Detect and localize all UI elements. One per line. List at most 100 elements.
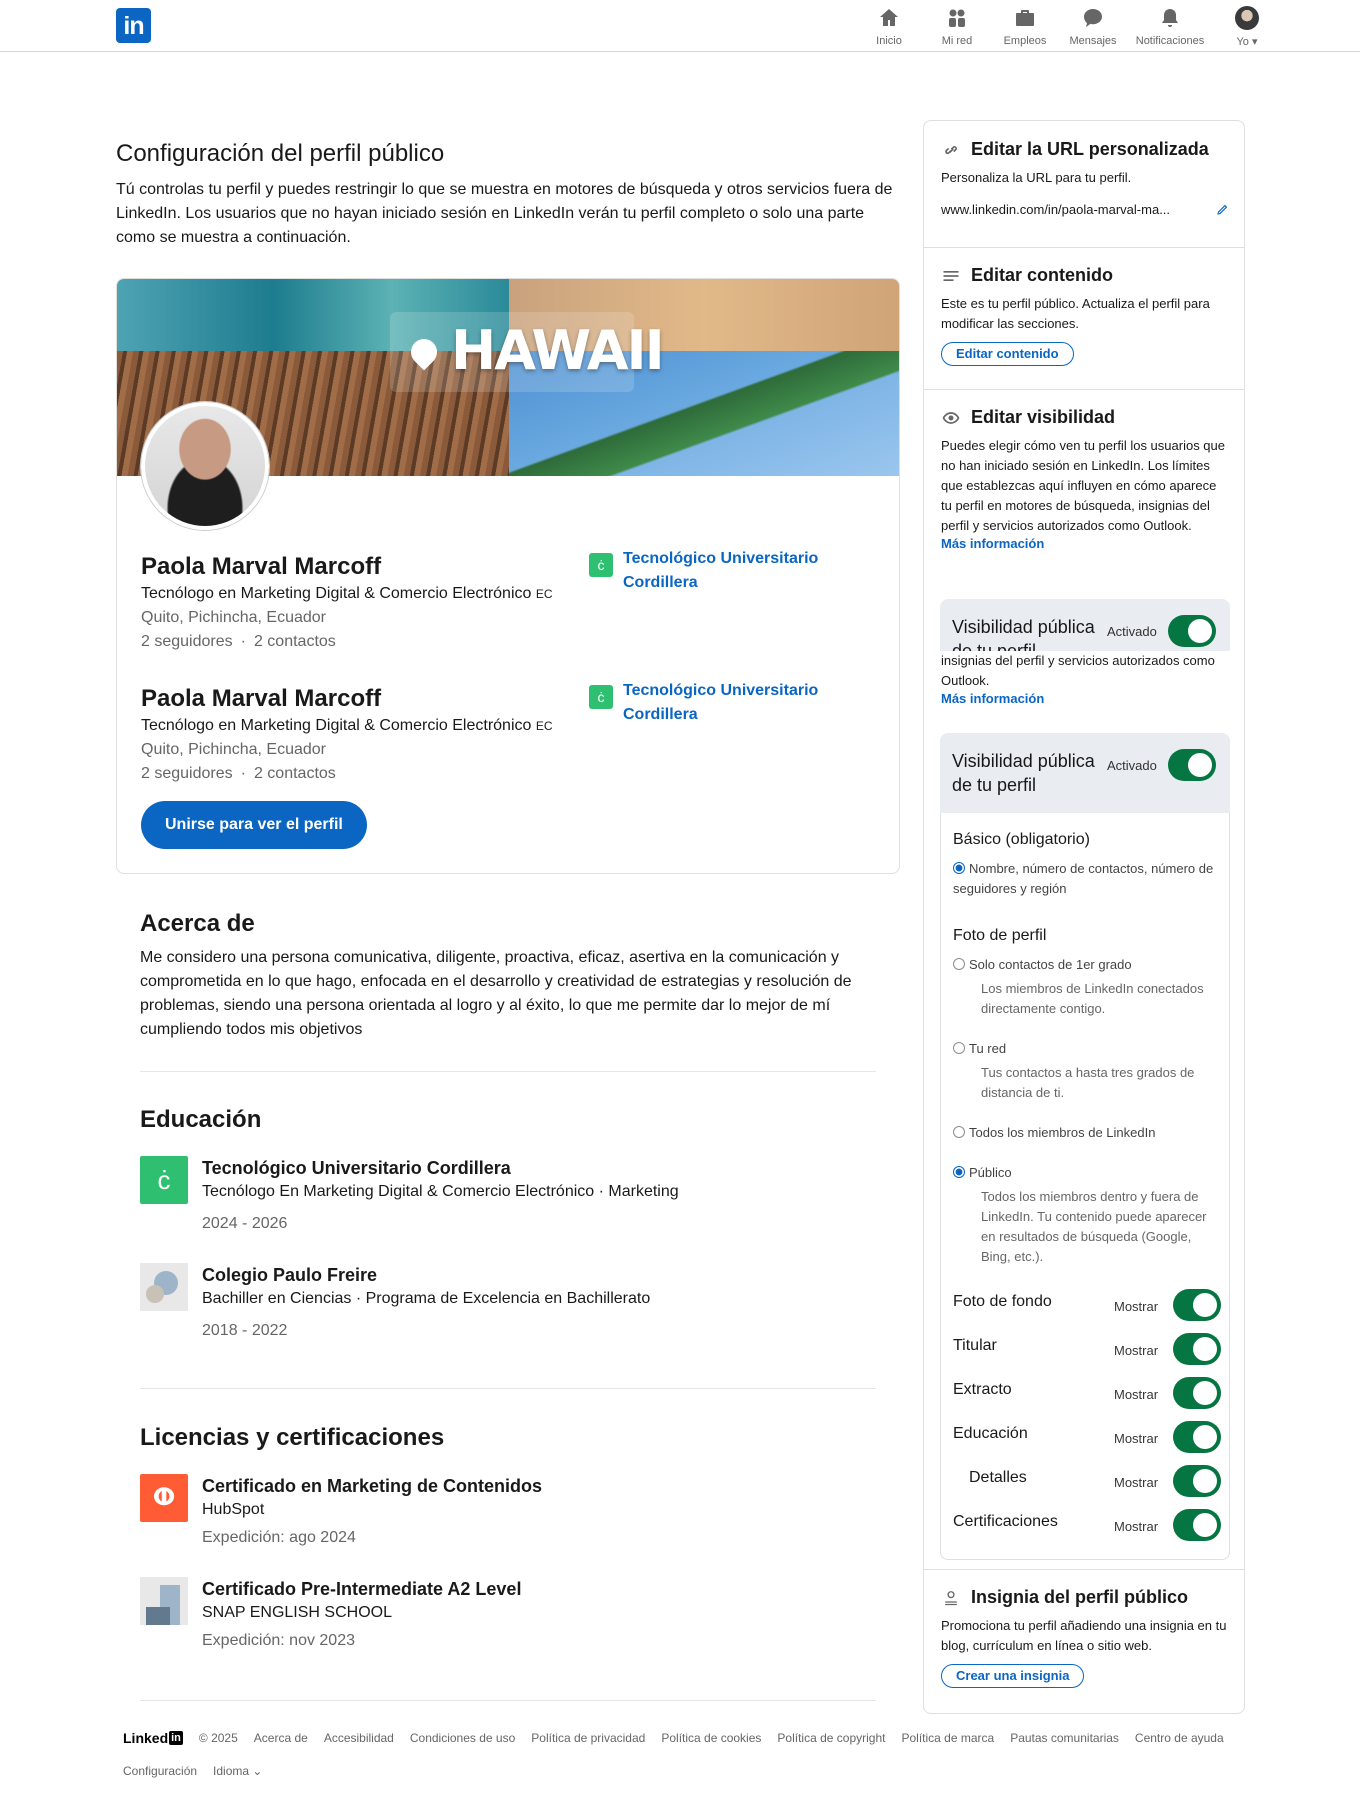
visibility-toggle[interactable] <box>1168 749 1216 781</box>
photo-option-desc: Los miembros de LinkedIn conectados dire… <box>981 981 1204 1016</box>
link-icon <box>945 145 957 154</box>
profile-name: Paola Marval Marcoff <box>141 685 382 712</box>
top-nav: in Inicio Mi red Empleos Mensajes Notifi… <box>0 0 1360 52</box>
visibility-state: Activado <box>1107 758 1157 773</box>
pencil-icon[interactable] <box>1215 203 1229 217</box>
education-section: Educación <box>140 1106 876 1134</box>
avatar <box>1235 6 1259 30</box>
license-item: Certificado Pre-Intermediate A2 Level SN… <box>140 1577 876 1653</box>
visibility-panel-title: Visibilidad pública de tu perfil <box>952 751 1095 795</box>
footer-link[interactable]: Accesibilidad <box>324 1731 394 1745</box>
footer-link[interactable]: Condiciones de uso <box>410 1731 515 1745</box>
photo-option[interactable]: Solo contactos de 1er grado <box>953 955 1221 975</box>
licenses-section: Licencias y certificaciones <box>140 1424 876 1452</box>
radio-selected-icon[interactable] <box>953 862 965 874</box>
footer-link[interactable]: Centro de ayuda <box>1135 1731 1224 1745</box>
school-logo-icon: ċ <box>140 1156 188 1204</box>
create-badge-button[interactable]: Crear una insignia <box>941 1664 1085 1688</box>
footer-link[interactable]: Configuración <box>123 1764 197 1778</box>
show-toggle[interactable] <box>1173 1289 1221 1321</box>
photo-option-desc: Tus contactos a hasta tres grados de dis… <box>981 1065 1195 1100</box>
license-name[interactable]: Certificado en Marketing de Contenidos <box>202 1474 542 1498</box>
profile-stats: 2 seguidores · 2 contactos <box>141 633 336 650</box>
license-issuer: HubSpot <box>202 1501 265 1518</box>
toggle-row: Titular Mostrar <box>953 1333 1221 1365</box>
nav-me[interactable]: Yo ▾ <box>1213 4 1281 50</box>
photo-option[interactable]: Tu red <box>953 1039 1221 1059</box>
profile-stats: 2 seguidores · 2 contactos <box>141 765 336 782</box>
education-item: ċ Tecnológico Universitario Cordillera T… <box>140 1156 876 1236</box>
edit-visibility-text: Puedes elegir cómo ven tu perfil los usu… <box>941 438 1225 533</box>
radio-icon[interactable] <box>953 958 965 970</box>
about-title: Acerca de <box>140 910 255 937</box>
photo-option[interactable]: Público <box>953 1163 1221 1183</box>
toggle-row: Foto de fondo Mostrar <box>953 1289 1221 1321</box>
education-school[interactable]: Tecnológico Universitario Cordillera <box>202 1156 679 1180</box>
education-school[interactable]: Colegio Paulo Freire <box>202 1263 650 1287</box>
badge-icon <box>945 1590 957 1605</box>
custom-url-text: Personaliza la URL para tu perfil. <box>941 170 1132 185</box>
license-name[interactable]: Certificado Pre-Intermediate A2 Level <box>202 1577 521 1601</box>
nav-home[interactable]: Inicio <box>855 4 923 50</box>
messaging-icon <box>1081 6 1105 30</box>
school-logo-icon: ċ <box>589 685 613 709</box>
footer-link[interactable]: Acerca de <box>254 1731 308 1745</box>
education-degree: Bachiller en Ciencias · Programa de Exce… <box>202 1290 651 1307</box>
footer-link[interactable]: Política de marca <box>901 1731 994 1745</box>
more-info-link[interactable]: Más información <box>941 691 1229 706</box>
show-toggle[interactable] <box>1173 1509 1221 1541</box>
profile-headline: Tecnólogo en Marketing Digital & Comerci… <box>141 717 553 734</box>
hubspot-logo-icon: ⵀ <box>140 1474 188 1522</box>
education-degree: Tecnólogo En Marketing Digital & Comerci… <box>202 1183 679 1200</box>
profile-school-link[interactable]: ċ Tecnológico Universitario Cordillera <box>589 547 823 595</box>
edit-content-button[interactable]: Editar contenido <box>941 342 1074 366</box>
edit-visibility-section: Editar visibilidad Puedes elegir cómo ve… <box>924 407 1244 551</box>
footer-link[interactable]: Política de cookies <box>661 1731 761 1745</box>
footer-link[interactable]: Política de copyright <box>777 1731 885 1745</box>
education-dates: 2024 - 2026 <box>202 1215 288 1232</box>
more-info-link[interactable]: Más información <box>941 536 1229 551</box>
basic-option[interactable]: Nombre, número de contactos, número de s… <box>953 859 1221 899</box>
nav-label: Yo ▾ <box>1236 36 1258 48</box>
visibility-panel-header: Visibilidad pública de tu perfil Activad… <box>940 733 1230 813</box>
footer-link[interactable]: Política de privacidad <box>531 1731 645 1745</box>
basic-title: Básico (obligatorio) <box>953 831 1090 848</box>
linkedin-logo[interactable]: in <box>116 8 151 43</box>
profile-location: Quito, Pichincha, Ecuador <box>141 609 326 626</box>
profile-school-link[interactable]: ċ Tecnológico Universitario Cordillera <box>589 679 823 727</box>
show-toggle[interactable] <box>1173 1421 1221 1453</box>
nav-messaging[interactable]: Mensajes <box>1059 4 1127 50</box>
education-title: Educación <box>140 1106 262 1133</box>
linkedin-footer-logo: Linked in <box>123 1730 183 1746</box>
footer-link[interactable]: Pautas comunitarias <box>1010 1731 1119 1745</box>
radio-selected-icon[interactable] <box>953 1166 965 1178</box>
visibility-toggle[interactable] <box>1168 615 1216 647</box>
divider <box>140 1071 876 1072</box>
show-toggle[interactable] <box>1173 1377 1221 1409</box>
settings-sidebar: Editar la URL personalizada Personaliza … <box>923 120 1245 1714</box>
divider <box>140 1388 876 1389</box>
radio-icon[interactable] <box>953 1126 965 1138</box>
footer: Linked in © 2025 Acerca de Accesibilidad … <box>123 1730 1243 1778</box>
nav-jobs[interactable]: Empleos <box>991 4 1059 50</box>
toggle-row: Detalles Mostrar <box>953 1465 1221 1497</box>
join-to-view-button[interactable]: Unirse para ver el perfil <box>141 801 367 849</box>
page-description: Tú controlas tu perfil y puedes restring… <box>116 181 893 246</box>
edit-content-text: Este es tu perfil público. Actualiza el … <box>941 296 1210 331</box>
edit-content-section: Editar contenido Este es tu perfil públi… <box>924 265 1244 366</box>
edit-content-title: Editar contenido <box>971 265 1114 285</box>
list-icon <box>943 270 959 281</box>
profile-location: Quito, Pichincha, Ecuador <box>141 741 326 758</box>
public-badge-text: Promociona tu perfil añadiendo una insig… <box>941 1618 1227 1653</box>
nav-network[interactable]: Mi red <box>923 4 991 50</box>
about-text: Me considero una persona comunicativa, d… <box>140 949 852 1038</box>
photo-option[interactable]: Todos los miembros de LinkedIn <box>953 1123 1221 1143</box>
radio-icon[interactable] <box>953 1042 965 1054</box>
show-toggle[interactable] <box>1173 1465 1221 1497</box>
eye-icon <box>942 411 960 424</box>
language-selector[interactable]: Idioma ⌄ <box>213 1764 262 1778</box>
visibility-panel-header: Visibilidad pública de tu perfil Activad… <box>940 599 1230 651</box>
show-toggle[interactable] <box>1173 1333 1221 1365</box>
nav-notifications[interactable]: Notificaciones <box>1127 4 1213 50</box>
school-placeholder-icon <box>140 1263 188 1311</box>
